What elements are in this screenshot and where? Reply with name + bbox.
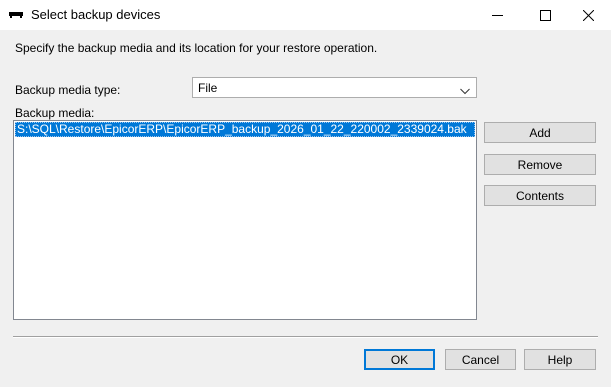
remove-button[interactable]: Remove — [484, 154, 596, 175]
minimize-button[interactable] — [474, 0, 520, 30]
ok-button[interactable]: OK — [364, 349, 435, 370]
separator — [13, 336, 598, 338]
chevron-down-icon — [460, 84, 470, 98]
backup-media-label: Backup media: — [15, 106, 95, 120]
list-item[interactable]: S:\SQL\Restore\EpicorERP\EpicorERP_backu… — [15, 122, 475, 137]
media-type-dropdown[interactable]: File — [192, 77, 477, 98]
app-icon — [9, 9, 23, 19]
dialog-description: Specify the backup media and its locatio… — [15, 41, 378, 55]
maximize-button[interactable] — [522, 0, 568, 30]
close-icon — [582, 9, 594, 21]
help-button[interactable]: Help — [524, 349, 596, 370]
media-type-value: File — [198, 81, 218, 95]
maximize-icon — [539, 9, 551, 21]
window-title: Select backup devices — [31, 7, 161, 22]
minimize-icon — [491, 10, 503, 21]
backup-media-list[interactable]: S:\SQL\Restore\EpicorERP\EpicorERP_backu… — [13, 120, 477, 320]
media-type-label: Backup media type: — [15, 83, 121, 97]
cancel-button[interactable]: Cancel — [445, 349, 516, 370]
close-button[interactable] — [565, 0, 611, 30]
add-button[interactable]: Add — [484, 122, 596, 143]
title-bar[interactable]: Select backup devices — [0, 0, 611, 30]
contents-button[interactable]: Contents — [484, 185, 596, 206]
